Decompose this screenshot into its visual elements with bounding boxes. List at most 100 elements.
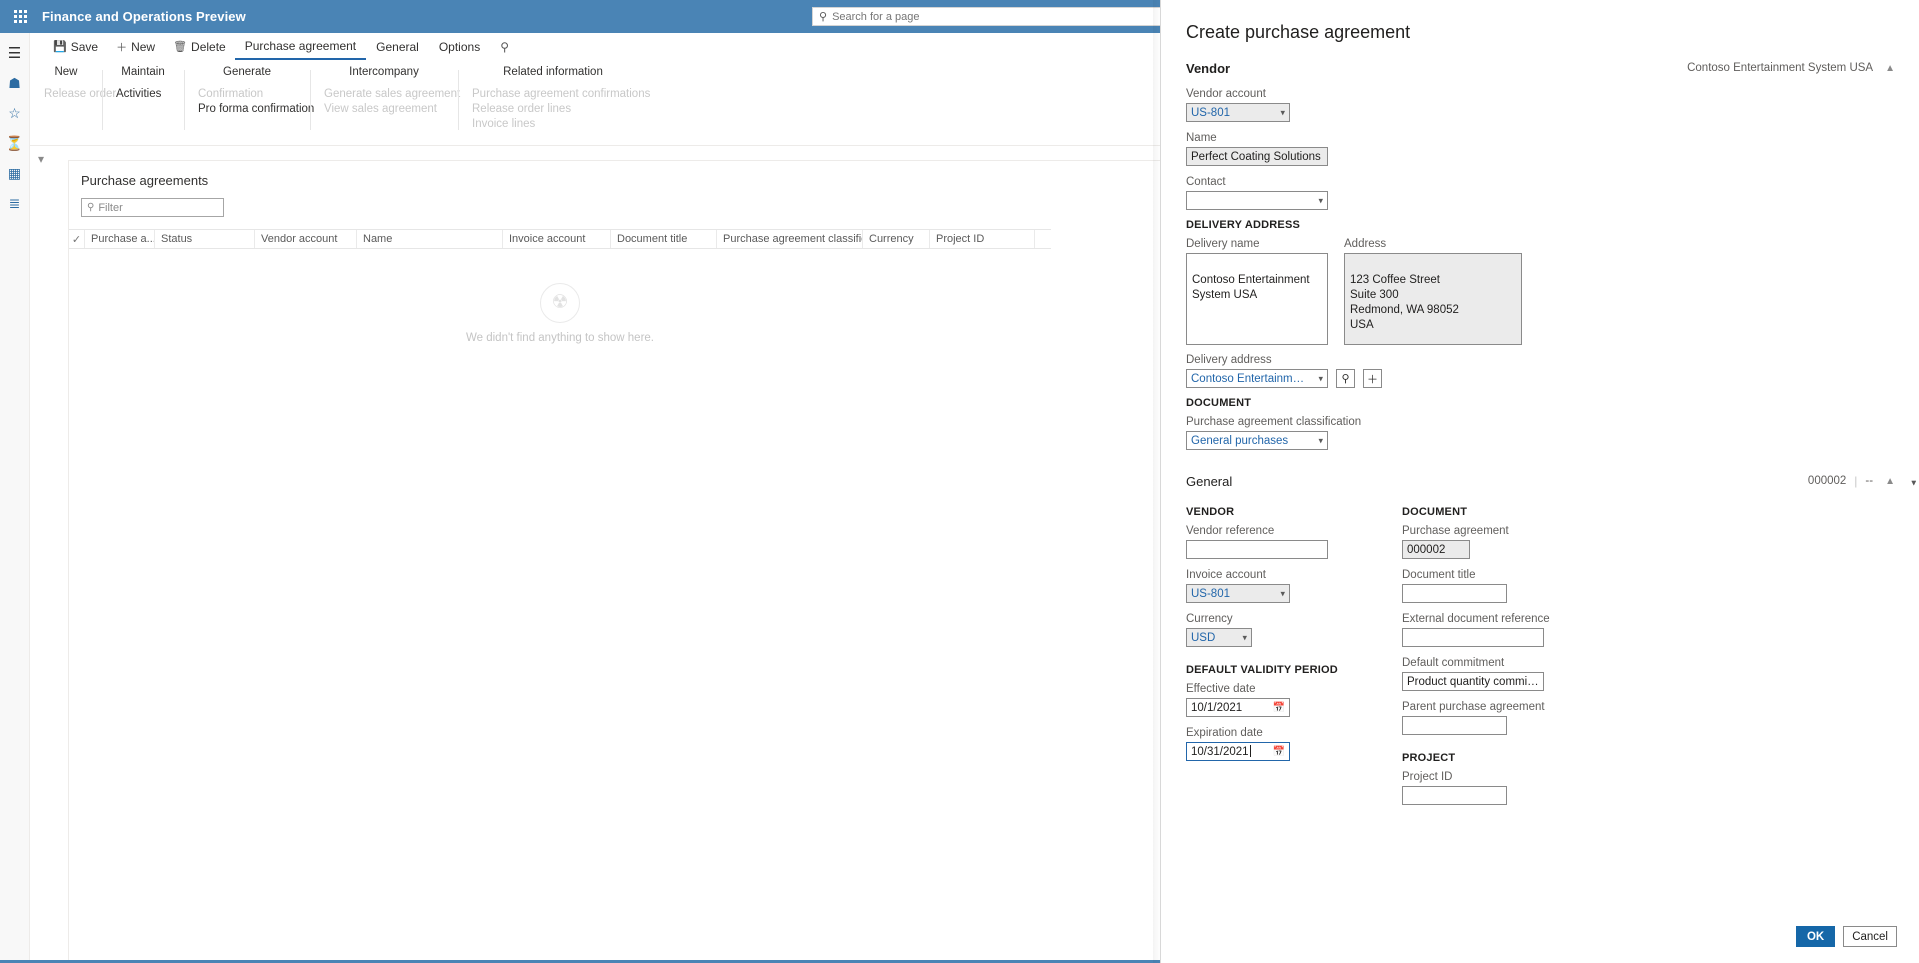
chevron-up-icon[interactable]: ▲ (1885, 63, 1895, 74)
ok-button[interactable]: OK (1795, 926, 1836, 947)
fasttab-general-summary-dash: -- (1865, 475, 1874, 487)
currency-select[interactable]: USD ▾ (1186, 628, 1252, 647)
column-header-vendor-account[interactable]: Vendor account (255, 230, 357, 248)
document-title-input[interactable] (1402, 584, 1507, 603)
column-header-name[interactable]: Name (357, 230, 503, 248)
invoice-account-select[interactable]: US-801 ▾ (1186, 584, 1290, 603)
purchase-agreement-input[interactable]: 000002 (1402, 540, 1470, 559)
fasttab-vendor-header[interactable]: Vendor Contoso Entertainment System USA … (1161, 55, 1919, 81)
new-button[interactable]: ＋ New (107, 34, 164, 60)
app-root: Finance and Operations Preview ⚲ Search … (0, 0, 1919, 963)
project-id-select[interactable]: ▾ (1402, 477, 1916, 805)
chevron-down-icon: ▾ (1318, 435, 1323, 445)
purchase-agreements-grid: ✓ Purchase a... ↑ Status Vendor account … (69, 229, 1051, 377)
edit-address-icon[interactable]: ⚲ (1336, 369, 1355, 388)
recent-clock-icon[interactable]: ⏳ (0, 128, 30, 158)
effective-date-input[interactable]: 10/1/2021 📅 (1186, 698, 1290, 717)
field-parent-purchase-agreement-label: Parent purchase agreement (1402, 701, 1545, 713)
global-search-input[interactable]: ⚲ Search for a page (812, 7, 1172, 26)
tab-purchase-agreement[interactable]: Purchase agreement (234, 33, 367, 60)
dialog-footer: OK Cancel (1795, 926, 1897, 947)
workspaces-icon[interactable]: ▦ (0, 158, 30, 188)
delivery-name-textarea[interactable]: Contoso Entertainment System USA (1186, 253, 1328, 345)
external-document-reference-input[interactable] (1402, 628, 1544, 647)
column-header-invoice-account[interactable]: Invoice account (503, 230, 611, 248)
vendor-account-select[interactable]: US-801 ▾ (1186, 103, 1290, 122)
field-address-label: Address (1344, 238, 1387, 250)
cancel-button[interactable]: Cancel (1843, 926, 1897, 947)
column-header-document-title[interactable]: Document title (611, 230, 717, 248)
ribbon-item-activities[interactable]: Activities (116, 87, 170, 102)
save-icon: 💾 (53, 41, 67, 53)
column-header-currency[interactable]: Currency (863, 230, 930, 248)
general-right-column: DOCUMENT Purchase agreement 000002 Docum… (1402, 477, 1916, 814)
ribbon-search-icon[interactable]: ⚲ (500, 40, 509, 54)
field-vendor-account-label: Vendor account (1186, 88, 1266, 100)
ribbon-item-view-sales-agreement[interactable]: View sales agreement (324, 102, 444, 117)
column-header-purchase-agreement[interactable]: Purchase a... ↑ (85, 230, 155, 248)
ribbon-item-purchase-agreement-confirmations[interactable]: Purchase agreement confirmations (472, 87, 650, 102)
modules-list-icon[interactable]: ≣ (0, 188, 30, 218)
filter-funnel-icon[interactable]: ▾ (38, 152, 44, 166)
calendar-icon[interactable]: 📅 (1273, 702, 1285, 713)
page-title: Purchase agreements (81, 173, 209, 188)
delivery-address-select[interactable]: Contoso Entertainment Sys... ▾ (1186, 369, 1328, 388)
vendor-reference-input[interactable] (1186, 540, 1328, 559)
currency-value: USD (1191, 631, 1216, 644)
field-parent-purchase-agreement: Parent purchase agreement ▾ (1402, 477, 1916, 735)
dialog-title: Create purchase agreement (1186, 22, 1411, 42)
favorites-star-icon[interactable]: ☆ (0, 98, 30, 128)
ribbon-group-intercompany-title: Intercompany (349, 66, 419, 78)
column-header-project-id[interactable]: Project ID (930, 230, 1035, 248)
home-icon[interactable]: ☗ (0, 68, 30, 98)
add-address-icon[interactable]: ＋ (1363, 369, 1382, 388)
ribbon-item-release-order-lines[interactable]: Release order lines (472, 102, 634, 117)
global-search-placeholder: Search for a page (832, 10, 920, 23)
vendor-account-value: US-801 (1191, 106, 1230, 119)
fasttab-general-summary-id: 000002 (1807, 475, 1847, 487)
field-effective-date-label: Effective date (1186, 683, 1256, 695)
action-pane-tabstrip: 💾 Save ＋ New 🗑 Delete Purchase agreement… (30, 33, 1160, 60)
app-launcher-icon[interactable] (0, 10, 40, 23)
contact-select[interactable]: ▾ (1186, 191, 1328, 210)
address-textarea[interactable]: 123 Coffee Street Suite 300 Redmond, WA … (1344, 253, 1522, 345)
document-section-label-general-tab: DOCUMENT (1402, 506, 1468, 518)
chevron-down-icon: ▾ (1911, 477, 1916, 487)
ribbon-item-generate-sales-agreement[interactable]: Generate sales agreement (324, 87, 460, 102)
action-pane-groups: New Release order Maintain Activities Ge… (30, 60, 1160, 144)
ribbon-item-invoice-lines[interactable]: Invoice lines (472, 117, 634, 132)
default-commitment-select[interactable]: Product quantity commitm... ▾ (1402, 477, 1916, 691)
expiration-date-input[interactable]: 10/31/2021 📅 (1186, 742, 1290, 761)
fasttab-vendor-summary: Contoso Entertainment System USA (1687, 62, 1874, 74)
field-default-commitment: Default commitment Product quantity comm… (1402, 477, 1916, 691)
action-pane: 💾 Save ＋ New 🗑 Delete Purchase agreement… (30, 33, 1160, 146)
fasttab-general-header[interactable]: General 000002 | -- ▲ (1161, 468, 1919, 494)
calendar-icon[interactable]: 📅 (1273, 746, 1285, 757)
ribbon-group-maintain: Maintain Activities (102, 66, 184, 144)
delete-trash-icon: 🗑 (173, 41, 188, 53)
column-header-purchase-agreement-classification[interactable]: Purchase agreement classificati... (717, 230, 863, 248)
general-left-column: VENDOR Vendor reference Invoice account … (1186, 506, 1350, 814)
ribbon-item-confirmation[interactable]: Confirmation (198, 87, 296, 102)
ribbon-group-intercompany: Intercompany Generate sales agreement Vi… (310, 66, 460, 144)
chevron-up-icon[interactable]: ▲ (1885, 476, 1895, 487)
tab-general[interactable]: General (366, 33, 429, 60)
ribbon-group-generate: Generate Confirmation Pro forma confirma… (184, 66, 314, 144)
field-delivery-name-label: Delivery name (1186, 238, 1260, 250)
hamburger-menu-icon[interactable]: ☰ (0, 38, 30, 68)
save-button[interactable]: 💾 Save (44, 34, 107, 60)
tab-options[interactable]: Options (429, 33, 490, 60)
parent-purchase-agreement-select[interactable]: ▾ (1402, 477, 1916, 735)
field-invoice-account-label: Invoice account (1186, 569, 1266, 581)
grid-select-all-checkbox[interactable]: ✓ (69, 230, 85, 248)
ribbon-item-pro-forma-confirmation[interactable]: Pro forma confirmation (198, 102, 314, 117)
delete-button[interactable]: 🗑 Delete (164, 34, 235, 60)
ribbon-item-release-order[interactable]: Release order (44, 87, 116, 102)
field-vendor-account: Vendor account US-801 ▾ (1186, 87, 1895, 122)
delivery-address-section-label: DELIVERY ADDRESS (1186, 219, 1301, 231)
purchase-agreement-classification-select[interactable]: General purchases ▾ (1186, 431, 1328, 450)
column-header-status[interactable]: Status (155, 230, 255, 248)
empty-box-icon: ☢ (540, 282, 580, 323)
vendor-name-input[interactable]: Perfect Coating Solutions (1186, 147, 1328, 166)
quick-filter-input[interactable]: ⚲ Filter (81, 198, 224, 217)
